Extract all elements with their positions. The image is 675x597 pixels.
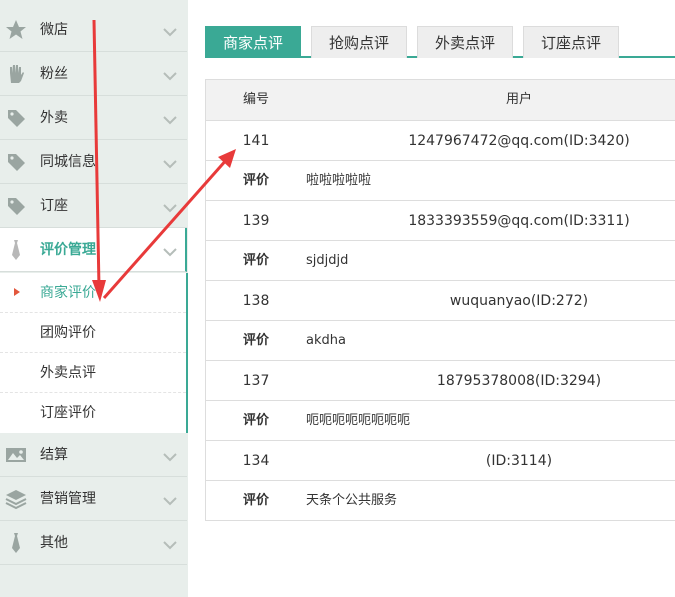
table-row: 138 wuquanyao(ID:272) [206, 280, 675, 320]
sidebar-item-label: 同城信息 [40, 154, 96, 170]
tab-merchant-review[interactable]: 商家点评 [205, 26, 301, 58]
row-user: wuquanyao(ID:272) [449, 293, 589, 309]
sidebar-item-label: 订座 [40, 198, 68, 214]
table-review-row: 评价 呃呃呃呃呃呃呃呃 [206, 400, 675, 440]
table-review-row: 评价 akdha [206, 320, 675, 360]
review-text: 天条个公共服务 [306, 493, 398, 508]
star-icon [4, 19, 28, 41]
row-id: 138 [242, 293, 270, 309]
chevron-down-icon [162, 243, 178, 257]
row-user: 1247967472@qq.com(ID:3420) [408, 133, 630, 149]
review-label: 评价 [242, 173, 269, 188]
hand-icon [4, 63, 28, 85]
review-label: 评价 [242, 253, 269, 268]
submenu-item-label: 订座评价 [40, 405, 96, 421]
sidebar-item-label: 微店 [40, 22, 68, 38]
sidebar-item-weidian[interactable]: 微店 [0, 8, 187, 52]
row-user: 18795378008(ID:3294) [436, 373, 602, 389]
sidebar-item-fans[interactable]: 粉丝 [0, 52, 187, 96]
sidebar-item-label: 评价管理 [40, 242, 96, 258]
review-text: sjdjdjd [306, 253, 349, 268]
review-text: 呃呃呃呃呃呃呃呃 [306, 413, 411, 428]
layers-icon [4, 488, 28, 510]
submenu-item-booking-review[interactable]: 订座评价 [0, 393, 186, 433]
table-review-row: 评价 天条个公共服务 [206, 480, 675, 520]
sidebar-item-label: 外卖 [40, 110, 68, 126]
submenu-item-label: 外卖点评 [40, 365, 96, 381]
chevron-down-icon [162, 111, 178, 125]
chevron-down-icon [162, 155, 178, 169]
tab-booking-review[interactable]: 订座点评 [523, 26, 619, 58]
row-user: (ID:3114) [485, 453, 553, 469]
review-label: 评价 [242, 413, 269, 428]
sidebar-item-takeout[interactable]: 外卖 [0, 96, 187, 140]
review-tabs: 商家点评 抢购点评 外卖点评 订座点评 [205, 26, 675, 58]
sidebar-item-review-management[interactable]: 评价管理 [0, 228, 187, 272]
table-row: 134 (ID:3114) [206, 440, 675, 480]
review-label: 评价 [242, 493, 269, 508]
review-table: 编号 用户 141 1247967472@qq.com(ID:3420) 评价 … [205, 79, 675, 521]
column-header-user: 用户 [505, 92, 532, 107]
sidebar-item-booking[interactable]: 订座 [0, 184, 187, 228]
table-row: 141 1247967472@qq.com(ID:3420) [206, 120, 675, 160]
sidebar-item-label: 其他 [40, 535, 68, 551]
sidebar-item-city-info[interactable]: 同城信息 [0, 140, 187, 184]
tag-icon [4, 151, 28, 173]
chevron-down-icon [162, 492, 178, 506]
submenu-item-label: 团购评价 [40, 325, 96, 341]
review-label: 评价 [242, 333, 269, 348]
sidebar-item-settlement[interactable]: 结算 [0, 433, 187, 477]
chevron-down-icon [162, 23, 178, 37]
review-submenu: 商家评价 团购评价 外卖点评 订座评价 [0, 273, 188, 433]
chevron-down-icon [162, 448, 178, 462]
sidebar-item-other[interactable]: 其他 [0, 521, 187, 565]
submenu-item-merchant-review[interactable]: 商家评价 [0, 273, 186, 313]
submenu-item-takeout-review[interactable]: 外卖点评 [0, 353, 186, 393]
table-review-row: 评价 啦啦啦啦啦 [206, 160, 675, 200]
row-user: 1833393559@qq.com(ID:3311) [408, 213, 630, 229]
row-id: 139 [242, 213, 270, 229]
chevron-down-icon [162, 199, 178, 213]
tie-icon [4, 239, 28, 261]
sidebar: 微店 粉丝 外卖 同城信息 订座 评价管理 商家评价 团购评价 外卖点评 订座评… [0, 0, 188, 597]
submenu-item-group-review[interactable]: 团购评价 [0, 313, 186, 353]
table-header-row: 编号 用户 [206, 80, 675, 120]
tab-flash-sale-review[interactable]: 抢购点评 [311, 26, 407, 58]
row-id: 134 [242, 453, 270, 469]
row-id: 141 [242, 133, 270, 149]
review-text: akdha [306, 333, 346, 348]
sidebar-item-label: 粉丝 [40, 66, 68, 82]
review-text: 啦啦啦啦啦 [306, 173, 372, 188]
table-row: 139 1833393559@qq.com(ID:3311) [206, 200, 675, 240]
chevron-down-icon [162, 536, 178, 550]
submenu-item-label: 商家评价 [40, 285, 96, 301]
column-header-id: 编号 [242, 92, 269, 107]
sidebar-item-label: 营销管理 [40, 491, 96, 507]
tag-icon [4, 107, 28, 129]
row-id: 137 [242, 373, 270, 389]
picture-icon [4, 444, 28, 466]
tag-icon [4, 195, 28, 217]
table-review-row: 评价 sjdjdjd [206, 240, 675, 280]
table-row: 137 18795378008(ID:3294) [206, 360, 675, 400]
sidebar-item-marketing[interactable]: 营销管理 [0, 477, 187, 521]
tab-takeout-review[interactable]: 外卖点评 [417, 26, 513, 58]
chevron-down-icon [162, 67, 178, 81]
tie-icon [4, 532, 28, 554]
active-bullet-icon [14, 288, 20, 296]
sidebar-item-label: 结算 [40, 447, 68, 463]
